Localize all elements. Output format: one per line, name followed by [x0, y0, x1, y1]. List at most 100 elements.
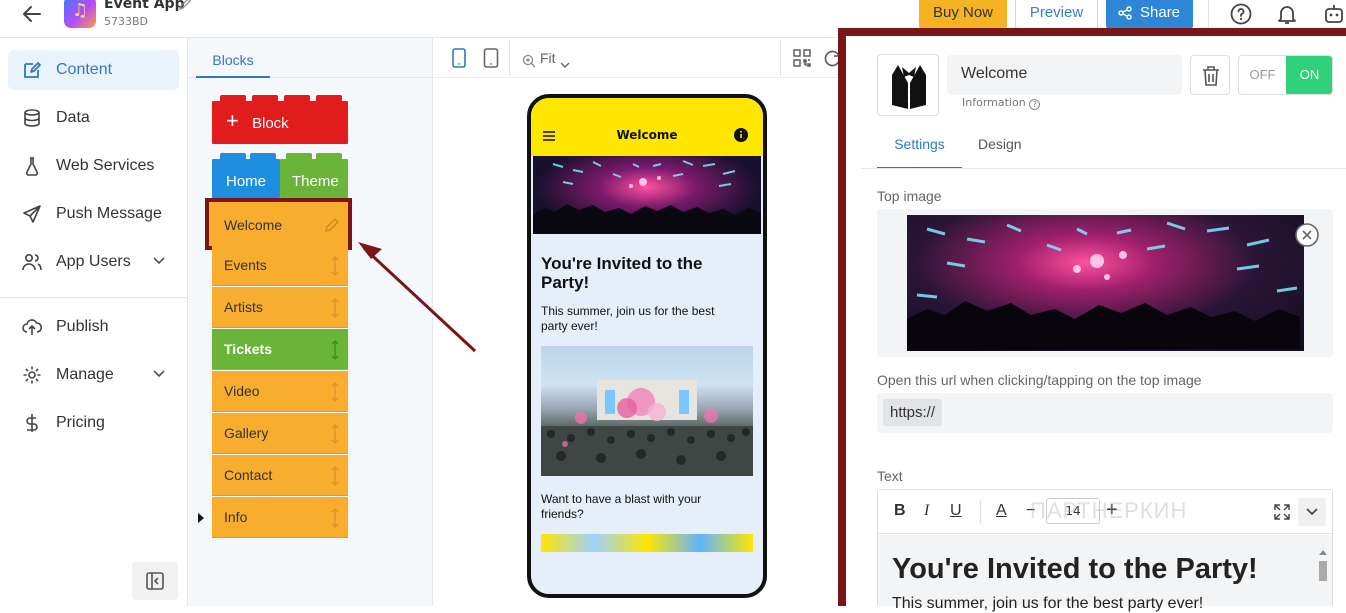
block-item-artists[interactable]: Artists — [212, 287, 348, 328]
share-label: Share — [1140, 4, 1181, 21]
share-button[interactable]: Share — [1106, 0, 1193, 29]
share-icon — [1118, 6, 1132, 20]
home-block[interactable]: Home — [212, 153, 280, 198]
app-icon: ♫ — [64, 0, 96, 28]
info-icon — [734, 128, 748, 142]
url-value[interactable]: https:// — [883, 399, 943, 426]
underline-icon[interactable]: U — [950, 502, 962, 520]
bold-icon[interactable]: B — [894, 502, 906, 520]
drag-handle-icon[interactable] — [330, 340, 340, 360]
sidebar-item-pricing[interactable]: Pricing — [8, 403, 179, 443]
fullscreen-icon[interactable] — [1274, 504, 1290, 520]
information-label: Information — [962, 96, 1026, 109]
editor-scrollbar[interactable] — [1318, 549, 1328, 606]
add-block-button[interactable]: + Block — [212, 95, 348, 144]
drag-handle-icon[interactable] — [330, 256, 340, 276]
app-name: Event App — [104, 0, 185, 12]
sidebar-item-manage[interactable]: Manage — [8, 355, 179, 395]
tab-settings[interactable]: Settings — [877, 136, 962, 169]
robot-icon[interactable] — [1322, 2, 1346, 26]
dollar-icon — [26, 414, 38, 432]
plus-icon: + — [226, 108, 239, 133]
delete-block-button[interactable] — [1190, 55, 1230, 95]
colorful-banner — [541, 534, 753, 552]
block-visibility-toggle[interactable]: OFF ON — [1238, 55, 1333, 95]
annotation-arrow-icon — [358, 242, 477, 353]
edit-pencil-icon[interactable] — [324, 217, 340, 233]
block-item-welcome[interactable]: Welcome — [205, 198, 352, 250]
block-thumbnail[interactable] — [877, 54, 939, 116]
url-label: Open this url when clicking/tapping on t… — [877, 372, 1202, 388]
block-item-contact[interactable]: Contact — [212, 455, 348, 496]
edit-icon — [24, 62, 41, 78]
expand-caret-icon[interactable] — [197, 512, 205, 524]
chevron-down-icon — [1306, 508, 1318, 516]
toggle-on[interactable]: ON — [1286, 56, 1332, 94]
zoom-icon — [522, 54, 536, 68]
sidebar-item-label: Push Message — [56, 205, 162, 222]
qr-code-icon[interactable] — [793, 48, 811, 68]
drag-handle-icon[interactable] — [330, 466, 340, 486]
add-block-label: Block — [252, 115, 289, 132]
vest-bowtie-icon — [892, 65, 926, 109]
lego-stud — [286, 153, 312, 160]
sidebar-item-web-services[interactable]: Web Services — [8, 146, 179, 186]
sidebar-item-label: App Users — [56, 253, 131, 270]
block-item-label: Video — [224, 383, 260, 399]
drag-handle-icon[interactable] — [330, 424, 340, 444]
block-name-input[interactable]: Welcome — [947, 55, 1182, 95]
help-icon[interactable] — [1229, 2, 1253, 26]
drag-handle-icon[interactable] — [330, 382, 340, 402]
festival-photo — [541, 346, 753, 476]
phone-intro: This summer, join us for the best party … — [541, 304, 715, 333]
information-link[interactable]: Information ? — [962, 96, 1041, 110]
block-item-label: Contact — [224, 467, 273, 483]
zoom-select[interactable]: Fit — [540, 50, 556, 66]
editor-paragraph: This summer, join us for the best party … — [892, 595, 1204, 612]
sidebar-item-data[interactable]: Data — [8, 98, 179, 138]
toggle-off[interactable]: OFF — [1239, 56, 1286, 94]
sidebar-item-app-users[interactable]: App Users — [8, 242, 179, 282]
block-item-label: Tickets — [224, 341, 272, 357]
italic-icon[interactable]: I — [924, 502, 929, 520]
bell-icon[interactable] — [1275, 2, 1299, 26]
collapse-sidebar-button[interactable] — [132, 562, 178, 600]
sidebar: Content Data Web Services Push Message A… — [0, 38, 188, 606]
back-arrow-icon[interactable] — [20, 2, 44, 26]
buy-now-button[interactable]: Buy Now — [919, 0, 1007, 29]
block-item-label: Info — [224, 509, 248, 525]
url-input[interactable] — [877, 393, 1333, 433]
users-icon — [22, 253, 42, 271]
lego-stud — [220, 95, 246, 102]
trash-icon — [1203, 66, 1219, 86]
theme-block[interactable]: Theme — [280, 153, 348, 198]
text-color-icon[interactable]: A — [996, 502, 1007, 520]
remove-image-icon[interactable] — [1294, 222, 1320, 248]
top-image-label: Top image — [877, 188, 942, 204]
block-item-tickets[interactable]: Tickets — [212, 329, 348, 370]
sidebar-item-label: Data — [56, 109, 90, 126]
editor-more-dropdown[interactable] — [1298, 498, 1326, 526]
gear-icon — [23, 366, 41, 384]
drag-handle-icon[interactable] — [330, 298, 340, 318]
music-note-icon: ♫ — [72, 0, 89, 21]
info-circle-icon: ? — [1029, 99, 1041, 110]
edit-name-icon[interactable] — [178, 0, 192, 11]
sidebar-item-content[interactable]: Content — [8, 50, 179, 90]
block-item-gallery[interactable]: Gallery — [212, 413, 348, 454]
tab-blocks[interactable]: Blocks — [196, 38, 270, 78]
sidebar-item-publish[interactable]: Publish — [8, 307, 179, 347]
block-item-video[interactable]: Video — [212, 371, 348, 412]
tablet-view-icon[interactable] — [483, 48, 499, 68]
phone-view-icon[interactable] — [451, 48, 467, 68]
editor-content[interactable]: You're Invited to the Party! This summer… — [878, 535, 1332, 612]
toolbar-divider — [780, 40, 781, 76]
preview-button[interactable]: Preview — [1015, 0, 1098, 29]
sidebar-item-push-message[interactable]: Push Message — [8, 194, 179, 234]
drag-handle-icon[interactable] — [330, 508, 340, 528]
tab-design[interactable]: Design — [978, 136, 1022, 152]
sidebar-item-label: Pricing — [56, 414, 105, 431]
block-item-info[interactable]: Info — [212, 497, 348, 538]
canvas-toolbar-line — [433, 77, 845, 78]
block-item-events[interactable]: Events — [212, 245, 348, 286]
